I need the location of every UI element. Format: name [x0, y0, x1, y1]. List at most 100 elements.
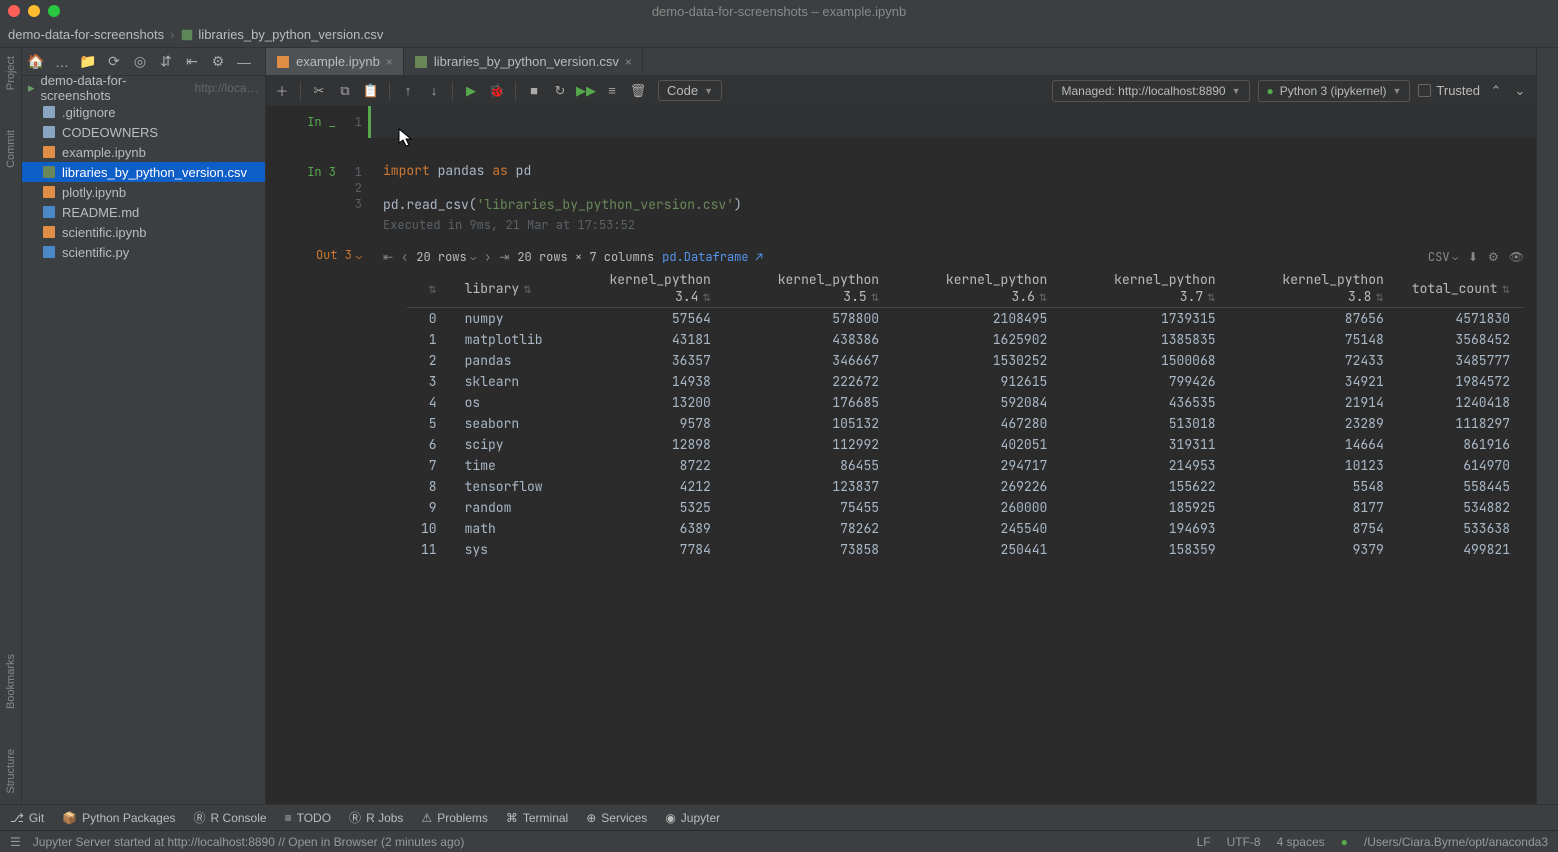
- interpreter[interactable]: /Users/Ciara.Byrne/opt/anaconda3: [1364, 835, 1548, 849]
- r-console-tool[interactable]: ⓇR Console: [194, 809, 267, 826]
- column-header[interactable]: kernel_python 3.7⇅: [1061, 269, 1229, 308]
- expand-icon[interactable]: ⇵: [158, 54, 174, 70]
- column-header[interactable]: total_count⇅: [1398, 269, 1524, 308]
- column-header[interactable]: kernel_python 3.8⇅: [1230, 269, 1398, 308]
- todo-tool[interactable]: ≡TODO: [285, 811, 331, 825]
- table-row[interactable]: 4os13200176685592084436535219141240418: [407, 392, 1524, 413]
- file-tree-item[interactable]: libraries_by_python_version.csv: [22, 162, 265, 182]
- window-close[interactable]: [8, 5, 20, 17]
- code-cell-empty[interactable]: [368, 106, 1536, 138]
- csv-export-dropdown[interactable]: CSV⌄: [1428, 249, 1458, 265]
- file-tree-item[interactable]: README.md: [22, 202, 265, 222]
- expand-up-icon[interactable]: ⌃: [1488, 83, 1504, 99]
- clear-icon[interactable]: 🗑: [630, 83, 646, 99]
- indent[interactable]: 4 spaces: [1277, 835, 1325, 849]
- breadcrumb-root[interactable]: demo-data-for-screenshots: [8, 27, 164, 42]
- restart-icon[interactable]: ↻: [552, 83, 568, 99]
- gear-icon[interactable]: ⚙: [210, 54, 226, 70]
- next-page-icon[interactable]: ›: [484, 249, 491, 265]
- column-header[interactable]: ⇅: [407, 269, 451, 308]
- view-icon[interactable]: 👁: [1509, 249, 1524, 265]
- problems-tool[interactable]: ⚠Problems: [421, 811, 487, 825]
- column-header[interactable]: kernel_python 3.6⇅: [893, 269, 1061, 308]
- cell-type-dropdown[interactable]: Code ▼: [658, 80, 722, 101]
- debug-icon[interactable]: 🐞: [489, 83, 505, 99]
- file-tree-item[interactable]: scientific.ipynb: [22, 222, 265, 242]
- status-message[interactable]: Jupyter Server started at http://localho…: [33, 835, 465, 849]
- sidebar-root[interactable]: demo-data-for-screenshots: [41, 73, 189, 103]
- editor-tab[interactable]: example.ipynb×: [266, 48, 404, 75]
- bookmarks-tool[interactable]: Bookmarks: [5, 654, 17, 709]
- line-separator[interactable]: LF: [1197, 835, 1211, 849]
- table-cell: 4: [407, 392, 451, 413]
- editor-tab[interactable]: libraries_by_python_version.csv×: [404, 48, 643, 75]
- table-cell: 6389: [557, 518, 725, 539]
- move-down-icon[interactable]: ↓: [426, 83, 442, 99]
- ellipsis-icon[interactable]: …: [54, 54, 70, 70]
- add-cell-icon[interactable]: ＋: [274, 83, 290, 99]
- server-dropdown[interactable]: Managed: http://localhost:8890 ▼: [1052, 80, 1249, 102]
- file-tree-item[interactable]: scientific.py: [22, 242, 265, 262]
- cut-icon[interactable]: ✂: [311, 83, 327, 99]
- refresh-icon[interactable]: ⟳: [106, 54, 122, 70]
- terminal-tool[interactable]: ⌘Terminal: [506, 811, 568, 825]
- window-minimize[interactable]: [28, 5, 40, 17]
- jupyter-tool[interactable]: ◉Jupyter: [665, 811, 720, 825]
- structure-tool[interactable]: Structure: [5, 749, 17, 794]
- file-tree-item[interactable]: CODEOWNERS: [22, 122, 265, 142]
- table-row[interactable]: 3sklearn14938222672912615799426349211984…: [407, 371, 1524, 392]
- kernel-dropdown[interactable]: ● Python 3 (ipykernel) ▼: [1258, 80, 1411, 102]
- stop-icon[interactable]: ■: [526, 83, 542, 99]
- file-tree-item[interactable]: .gitignore: [22, 102, 265, 122]
- last-page-icon[interactable]: ⇥: [499, 249, 509, 265]
- column-header[interactable]: kernel_python 3.5⇅: [725, 269, 893, 308]
- paste-icon[interactable]: 📋: [363, 83, 379, 99]
- table-row[interactable]: 0numpy5756457880021084951739315876564571…: [407, 308, 1524, 330]
- expand-down-icon[interactable]: ⌄: [1512, 83, 1528, 99]
- first-page-icon[interactable]: ⇤: [383, 249, 393, 265]
- dataframe-link[interactable]: pd.Dataframe ↗: [662, 249, 763, 265]
- file-tree-item[interactable]: example.ipynb: [22, 142, 265, 162]
- table-row[interactable]: 9random5325754552600001859258177534882: [407, 497, 1524, 518]
- project-tool[interactable]: Project: [5, 56, 17, 90]
- minimize-icon[interactable]: —: [236, 54, 252, 70]
- close-tab-icon[interactable]: ×: [386, 55, 393, 69]
- python-packages-tool[interactable]: 📦Python Packages: [62, 811, 175, 825]
- close-tab-icon[interactable]: ×: [625, 55, 632, 69]
- copy-icon[interactable]: ⧉: [337, 83, 353, 99]
- prev-page-icon[interactable]: ‹: [401, 249, 408, 265]
- new-folder-icon[interactable]: 📁: [80, 54, 96, 70]
- table-row[interactable]: 8tensorflow42121238372692261556225548558…: [407, 476, 1524, 497]
- run-icon[interactable]: ▶: [463, 83, 479, 99]
- download-icon[interactable]: ⬇: [1468, 249, 1478, 265]
- move-up-icon[interactable]: ↑: [400, 83, 416, 99]
- table-row[interactable]: 1matplotlib43181438386162590213858357514…: [407, 329, 1524, 350]
- code-cell[interactable]: import pandas as pd pd.read_csv('librari…: [368, 156, 1536, 239]
- table-cell: 3485777: [1398, 350, 1524, 371]
- column-header[interactable]: library⇅: [451, 269, 557, 308]
- table-row[interactable]: 10math6389782622455401946938754533638: [407, 518, 1524, 539]
- collapse-icon[interactable]: ⇤: [184, 54, 200, 70]
- file-tree-item[interactable]: plotly.ipynb: [22, 182, 265, 202]
- home-icon[interactable]: 🏠: [28, 54, 44, 70]
- window-maximize[interactable]: [48, 5, 60, 17]
- variables-icon[interactable]: ≡: [604, 83, 620, 99]
- table-row[interactable]: 6scipy1289811299240205131931114664861916: [407, 434, 1524, 455]
- encoding[interactable]: UTF-8: [1227, 835, 1261, 849]
- run-all-icon[interactable]: ▶▶: [578, 83, 594, 99]
- column-header[interactable]: kernel_python 3.4⇅: [557, 269, 725, 308]
- settings-icon[interactable]: ⚙: [1488, 249, 1499, 265]
- r-jobs-tool[interactable]: ⓇR Jobs: [349, 809, 403, 826]
- rows-dropdown[interactable]: 20 rows ⌄: [416, 249, 476, 265]
- breadcrumb-file[interactable]: libraries_by_python_version.csv: [180, 27, 383, 42]
- target-icon[interactable]: ◎: [132, 54, 148, 70]
- cell-out-label[interactable]: Out 3 ⌄: [316, 247, 362, 263]
- services-tool[interactable]: ⊕Services: [586, 811, 647, 825]
- table-row[interactable]: 2pandas363573466671530252150006872433348…: [407, 350, 1524, 371]
- trusted-checkbox[interactable]: Trusted: [1418, 83, 1480, 98]
- table-row[interactable]: 7time87228645529471721495310123614970: [407, 455, 1524, 476]
- table-row[interactable]: 5seaborn95781051324672805130182328911182…: [407, 413, 1524, 434]
- commit-tool[interactable]: Commit: [5, 130, 17, 168]
- table-row[interactable]: 11sys7784738582504411583599379499821: [407, 539, 1524, 560]
- git-tool[interactable]: ⎇Git: [10, 811, 44, 825]
